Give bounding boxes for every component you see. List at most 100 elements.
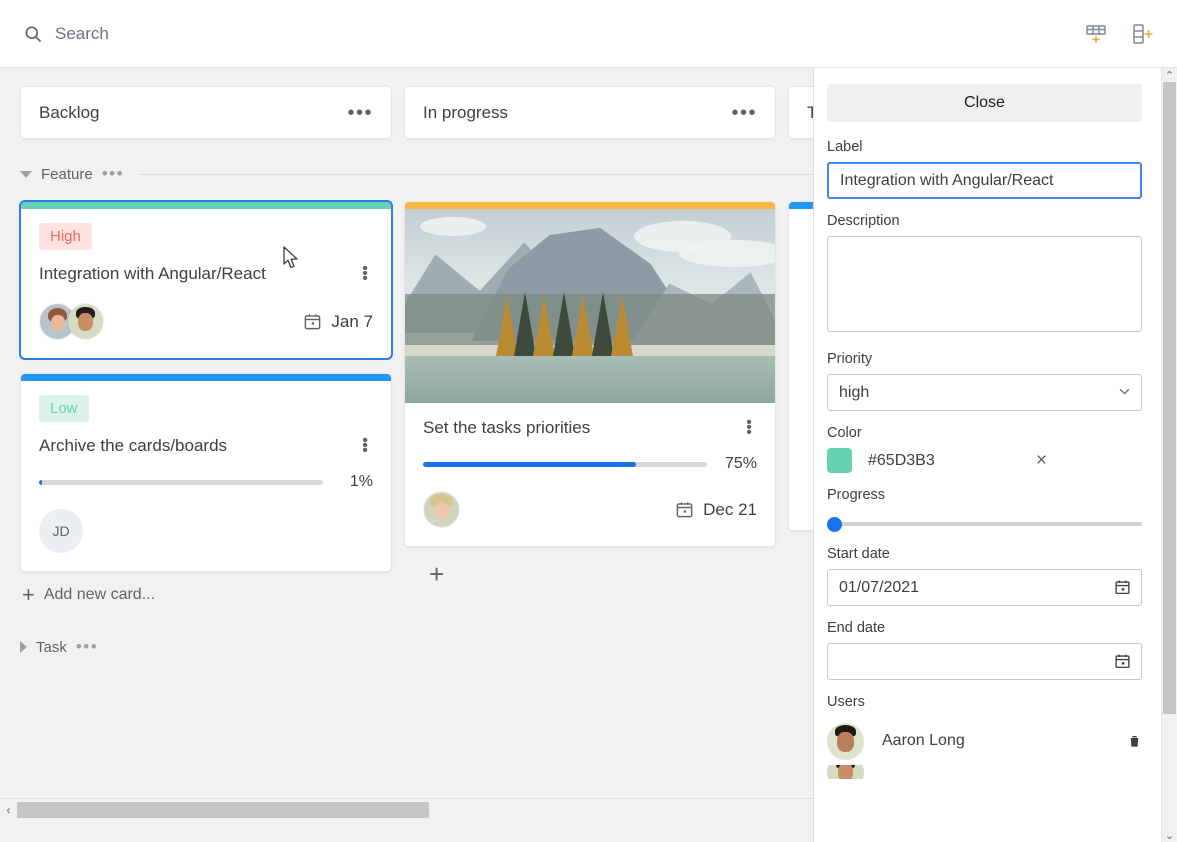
search-box[interactable] [23,23,355,44]
swimlane-header-task: Task ••• [20,634,392,660]
card-integration-with-angular-react[interactable]: High Integration with Angular/React • • • [19,200,393,360]
add-new-card-button[interactable]: + Add new card... [20,582,392,607]
field-description-group: Description [827,213,1142,337]
horizontal-scroll-thumb[interactable] [17,801,429,818]
priority-badge: High [39,223,92,250]
progress-percent: 1% [349,473,373,490]
kanban-app: Backlog ••• In progress ••• T ••• Featur… [0,0,1177,842]
column-header-in-progress[interactable]: In progress ••• [404,86,776,139]
avatar[interactable]: JD [39,509,83,553]
card-body: High Integration with Angular/React • • • [21,209,391,358]
card-title-row: Archive the cards/boards • • • [39,433,373,459]
swimlane-menu-icon[interactable]: ••• [102,165,124,182]
end-date-input[interactable] [827,643,1142,680]
card-progress: 75% [423,455,757,473]
user-name: Aaron Long [882,732,965,749]
vertical-scroll-thumb[interactable] [1163,82,1176,714]
label-input[interactable] [827,162,1142,199]
card-menu-icon[interactable]: • • • [741,415,757,441]
plus-icon: + [22,582,35,607]
add-row-icon[interactable] [1081,19,1111,49]
field-priority-group: Priority high [827,351,1142,411]
due-date-text: Jan 7 [331,311,373,331]
card-detail-panel: Close Label Description Priority high [813,68,1177,842]
progress-percent: 75% [724,455,757,472]
card-cover-image [405,209,775,403]
column-in-progress: Set the tasks priorities • • • 75% Dec 2… [404,201,776,587]
color-field-label: Color [827,425,862,441]
column-menu-icon[interactable]: ••• [347,103,373,123]
card-progress: 1% [39,473,373,491]
scroll-up-arrow[interactable]: ⌃ [1162,68,1177,82]
field-start-date-group: Start date [827,546,1142,606]
progress-slider-track [827,522,1142,526]
scroll-left-arrow[interactable]: ‹ [0,798,17,820]
column-backlog: High Integration with Angular/React • • • [19,200,393,674]
card-footer: JD [39,509,373,553]
swimlane-menu-icon[interactable]: ••• [76,638,98,655]
add-card-plus-button[interactable]: + [429,561,776,587]
progress-field-label: Progress [827,487,886,503]
color-swatch[interactable] [827,448,852,473]
card-avatars: JD [39,509,83,553]
card-title-row: Set the tasks priorities • • • [423,415,757,441]
top-toolbar [0,0,1177,68]
search-input[interactable] [55,23,355,44]
avatar[interactable] [67,303,104,340]
priority-field-label: Priority [827,351,873,367]
progress-fill [39,479,42,485]
progress-track[interactable] [423,461,707,467]
color-hex-value: #65D3B3 [868,451,935,469]
card-set-the-tasks-priorities[interactable]: Set the tasks priorities • • • 75% Dec 2… [404,201,776,547]
priority-select[interactable]: high [827,374,1142,411]
column-title: Backlog [39,102,100,122]
priority-badge: Low [39,395,89,422]
card-title-row: Integration with Angular/React • • • [39,261,373,287]
field-end-date-group: End date [827,620,1142,680]
field-progress-group: Progress [827,487,1142,532]
card-menu-icon[interactable]: • • • [357,433,373,459]
panel-vertical-scrollbar[interactable]: ⌃ ⌄ [1161,68,1177,842]
panel-content: Close Label Description Priority high [814,68,1162,842]
mouse-cursor [283,246,298,269]
card-body: Low Archive the cards/boards • • • 1% JD [21,381,391,571]
user-list-item-partial[interactable] [827,765,1142,779]
card-color-stripe [21,202,391,209]
field-color-group: Color #65D3B3 × [827,425,1142,473]
card-body: Set the tasks priorities • • • 75% Dec 2… [405,403,775,546]
card-title: Set the tasks priorities [423,418,591,437]
search-icon [23,24,43,44]
progress-fill [423,461,636,467]
card-title: Archive the cards/boards [39,436,228,455]
scroll-down-arrow[interactable]: ⌄ [1162,828,1177,842]
add-column-icon[interactable] [1127,19,1157,49]
delete-icon[interactable] [1127,732,1142,750]
progress-track[interactable] [39,479,323,485]
card-archive-the-cards-boards[interactable]: Low Archive the cards/boards • • • 1% JD [20,373,392,572]
due-date-text: Dec 21 [703,499,757,519]
user-list-item[interactable]: Aaron Long [827,717,1142,765]
card-footer: Dec 21 [423,491,757,528]
avatar[interactable] [423,491,460,528]
start-date-input[interactable] [827,569,1142,606]
column-menu-icon[interactable]: ••• [731,103,757,123]
end-date-field-label: End date [827,620,886,636]
card-menu-icon[interactable]: • • • [357,261,373,287]
progress-slider[interactable] [827,516,1142,532]
card-due-date: Jan 7 [303,312,373,332]
card-color-stripe [405,202,775,209]
close-icon[interactable]: × [1036,451,1047,470]
swimlane-title: Feature [41,165,93,183]
close-button[interactable]: Close [827,84,1142,122]
progress-slider-thumb[interactable] [827,517,842,532]
card-color-stripe [21,374,391,381]
chevron-right-icon[interactable] [20,641,27,653]
column-header-backlog[interactable]: Backlog ••• [20,86,392,139]
card-footer: Jan 7 [39,303,373,340]
description-textarea[interactable] [827,236,1142,332]
color-row: #65D3B3 × [827,448,1142,473]
card-title: Integration with Angular/React [39,264,266,283]
avatar [827,722,864,760]
calendar-icon [675,500,694,519]
chevron-down-icon[interactable] [20,170,32,178]
